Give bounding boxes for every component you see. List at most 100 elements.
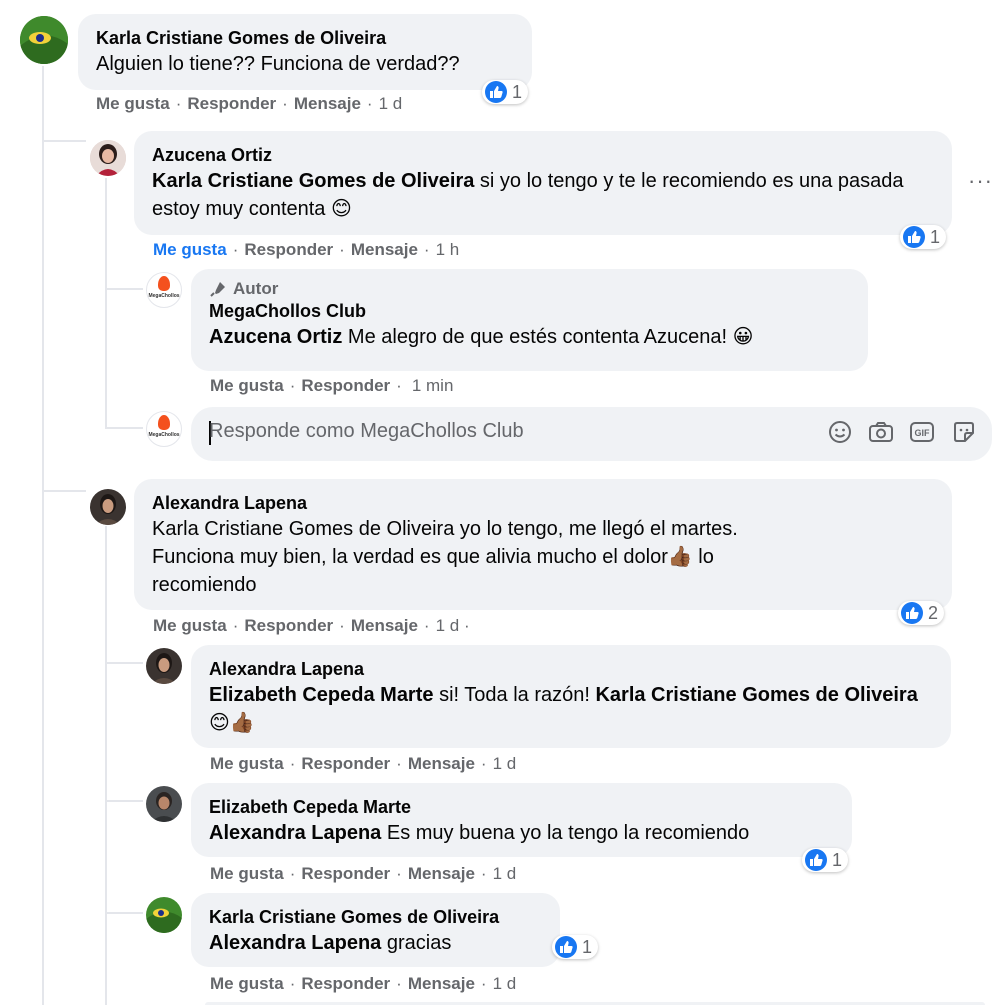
timestamp[interactable]: 1 min (412, 376, 454, 395)
reaction-count[interactable]: 1 (482, 80, 529, 104)
sticker-icon[interactable] (951, 419, 977, 445)
like-reaction-icon (805, 849, 827, 871)
reaction-count[interactable]: 2 (898, 601, 945, 625)
comment-actions: Me gusta · Responder · 1 min (210, 376, 454, 395)
reaction-number: 1 (582, 936, 593, 957)
mention-link[interactable]: Karla Cristiane Gomes de Oliveira (152, 170, 474, 192)
comment-emoji: 😊👍🏾 (209, 712, 255, 734)
message-button[interactable]: Mensaje (351, 240, 418, 259)
comment-bubble: Karla Cristiane Gomes de Oliveira Alguie… (78, 14, 532, 90)
avatar[interactable] (146, 786, 182, 822)
timestamp[interactable]: 1 d (493, 864, 517, 883)
reply-input[interactable]: Responde como MegaChollos Club GIF (191, 407, 992, 461)
mention-link[interactable]: Alexandra Lapena (209, 932, 381, 954)
more-options-icon[interactable]: ··· (968, 168, 993, 194)
message-button[interactable]: Mensaje (408, 754, 475, 773)
message-button[interactable]: Mensaje (351, 616, 418, 635)
like-button[interactable]: Me gusta (210, 974, 284, 993)
avatar-image (90, 140, 126, 176)
like-button[interactable]: Me gusta (153, 616, 227, 635)
comment-text: gracias (381, 932, 452, 954)
comment-bubble: Alexandra Lapena Elizabeth Cepeda Marte … (191, 645, 951, 748)
mention-link[interactable]: Elizabeth Cepeda Marte (209, 684, 434, 706)
thread-line-sub2-b3 (105, 912, 143, 914)
message-button[interactable]: Mensaje (408, 864, 475, 883)
comment-actions: Me gusta · Responder · Mensaje · 1 d (210, 974, 517, 993)
comment-bubble: Autor MegaChollos Club Azucena Ortiz Me … (191, 269, 868, 371)
reply-button[interactable]: Responder (244, 616, 333, 635)
like-reaction-icon (901, 602, 923, 624)
like-button[interactable]: Me gusta (153, 240, 227, 259)
like-button[interactable]: Me gusta (96, 94, 170, 113)
like-button[interactable]: Me gusta (210, 754, 284, 773)
comment-author[interactable]: Karla Cristiane Gomes de Oliveira (209, 905, 542, 929)
comment-author[interactable]: Alexandra Lapena (209, 657, 933, 681)
message-button[interactable]: Mensaje (408, 974, 475, 993)
avatar[interactable] (146, 648, 182, 684)
camera-icon[interactable] (868, 419, 894, 445)
reaction-count[interactable]: 1 (552, 935, 599, 959)
reply-button[interactable]: Responder (301, 864, 390, 883)
like-button[interactable]: Me gusta (210, 376, 284, 395)
reply-button[interactable]: Responder (187, 94, 276, 113)
comment-actions: Me gusta · Responder · Mensaje · 1 d · (153, 616, 470, 635)
comment-bubble: Alexandra Lapena Karla Cristiane Gomes d… (134, 479, 952, 610)
timestamp[interactable]: 1 d (493, 974, 517, 993)
timestamp[interactable]: 1 d (493, 754, 517, 773)
page-logo[interactable]: MegaChollos (146, 272, 182, 308)
comment-text: Es muy buena yo la tengo la recomiendo (381, 822, 750, 844)
reaction-count[interactable]: 1 (900, 225, 947, 249)
like-button[interactable]: Me gusta (210, 864, 284, 883)
timestamp[interactable]: 1 d (379, 94, 403, 113)
thread-line-sub1-b2 (105, 427, 143, 429)
like-reaction-icon (903, 226, 925, 248)
like-reaction-icon (485, 81, 507, 103)
mention-link[interactable]: Karla Cristiane Gomes de Oliveira (595, 684, 917, 706)
comment-bubble: Karla Cristiane Gomes de Oliveira Alexan… (191, 893, 560, 967)
comment-author[interactable]: Azucena Ortiz (152, 143, 934, 167)
reaction-count[interactable]: 1 (802, 848, 849, 872)
comment-actions: Me gusta · Responder · Mensaje · 1 d (96, 94, 403, 113)
thread-line-sub1 (105, 178, 107, 428)
thread-line-branch-2 (42, 490, 86, 492)
avatar-image (90, 489, 126, 525)
avatar[interactable] (90, 140, 126, 176)
like-reaction-icon (555, 936, 577, 958)
reply-button[interactable]: Responder (301, 974, 390, 993)
flame-icon (158, 276, 170, 291)
comment-author[interactable]: Elizabeth Cepeda Marte (209, 795, 834, 819)
logo-text: MegaChollos (148, 432, 180, 438)
mention-link[interactable]: Azucena Ortiz (209, 326, 342, 348)
timestamp[interactable]: 1 h (436, 240, 460, 259)
comment-author[interactable]: Karla Cristiane Gomes de Oliveira (96, 26, 514, 50)
avatar[interactable] (20, 16, 68, 64)
thread-line-sub2-b1 (105, 662, 143, 664)
comment-bubble: Azucena Ortiz Karla Cristiane Gomes de O… (134, 131, 952, 235)
reply-button[interactable]: Responder (301, 376, 390, 395)
thread-line-main (42, 66, 44, 1005)
thread-line-sub2 (105, 526, 107, 1005)
logo-text: MegaChollos (148, 293, 180, 299)
thread-line-sub1-b1 (105, 288, 143, 290)
microphone-icon (210, 282, 225, 297)
reply-button[interactable]: Responder (301, 754, 390, 773)
comment-author[interactable]: MegaChollos Club (209, 299, 850, 323)
avatar[interactable] (146, 897, 182, 933)
reply-button[interactable]: Responder (244, 240, 333, 259)
message-button[interactable]: Mensaje (294, 94, 361, 113)
emoji-icon[interactable] (827, 419, 853, 445)
flame-icon (158, 415, 170, 430)
avatar-image (146, 786, 182, 822)
comment-text: Alguien lo tiene?? Funciona de verdad?? (96, 53, 460, 75)
author-badge-label: Autor (233, 279, 279, 298)
reaction-number: 1 (512, 81, 523, 102)
mention-link[interactable]: Alexandra Lapena (209, 822, 381, 844)
comment-bubble: Elizabeth Cepeda Marte Alexandra Lapena … (191, 783, 852, 857)
comment-author[interactable]: Alexandra Lapena (152, 491, 934, 515)
gif-icon[interactable]: GIF (909, 419, 935, 445)
avatar[interactable] (90, 489, 126, 525)
reaction-number: 2 (928, 602, 939, 623)
comment-actions: Me gusta · Responder · Mensaje · 1 h (153, 240, 460, 259)
timestamp[interactable]: 1 d · (436, 616, 470, 635)
reaction-number: 1 (930, 226, 941, 247)
